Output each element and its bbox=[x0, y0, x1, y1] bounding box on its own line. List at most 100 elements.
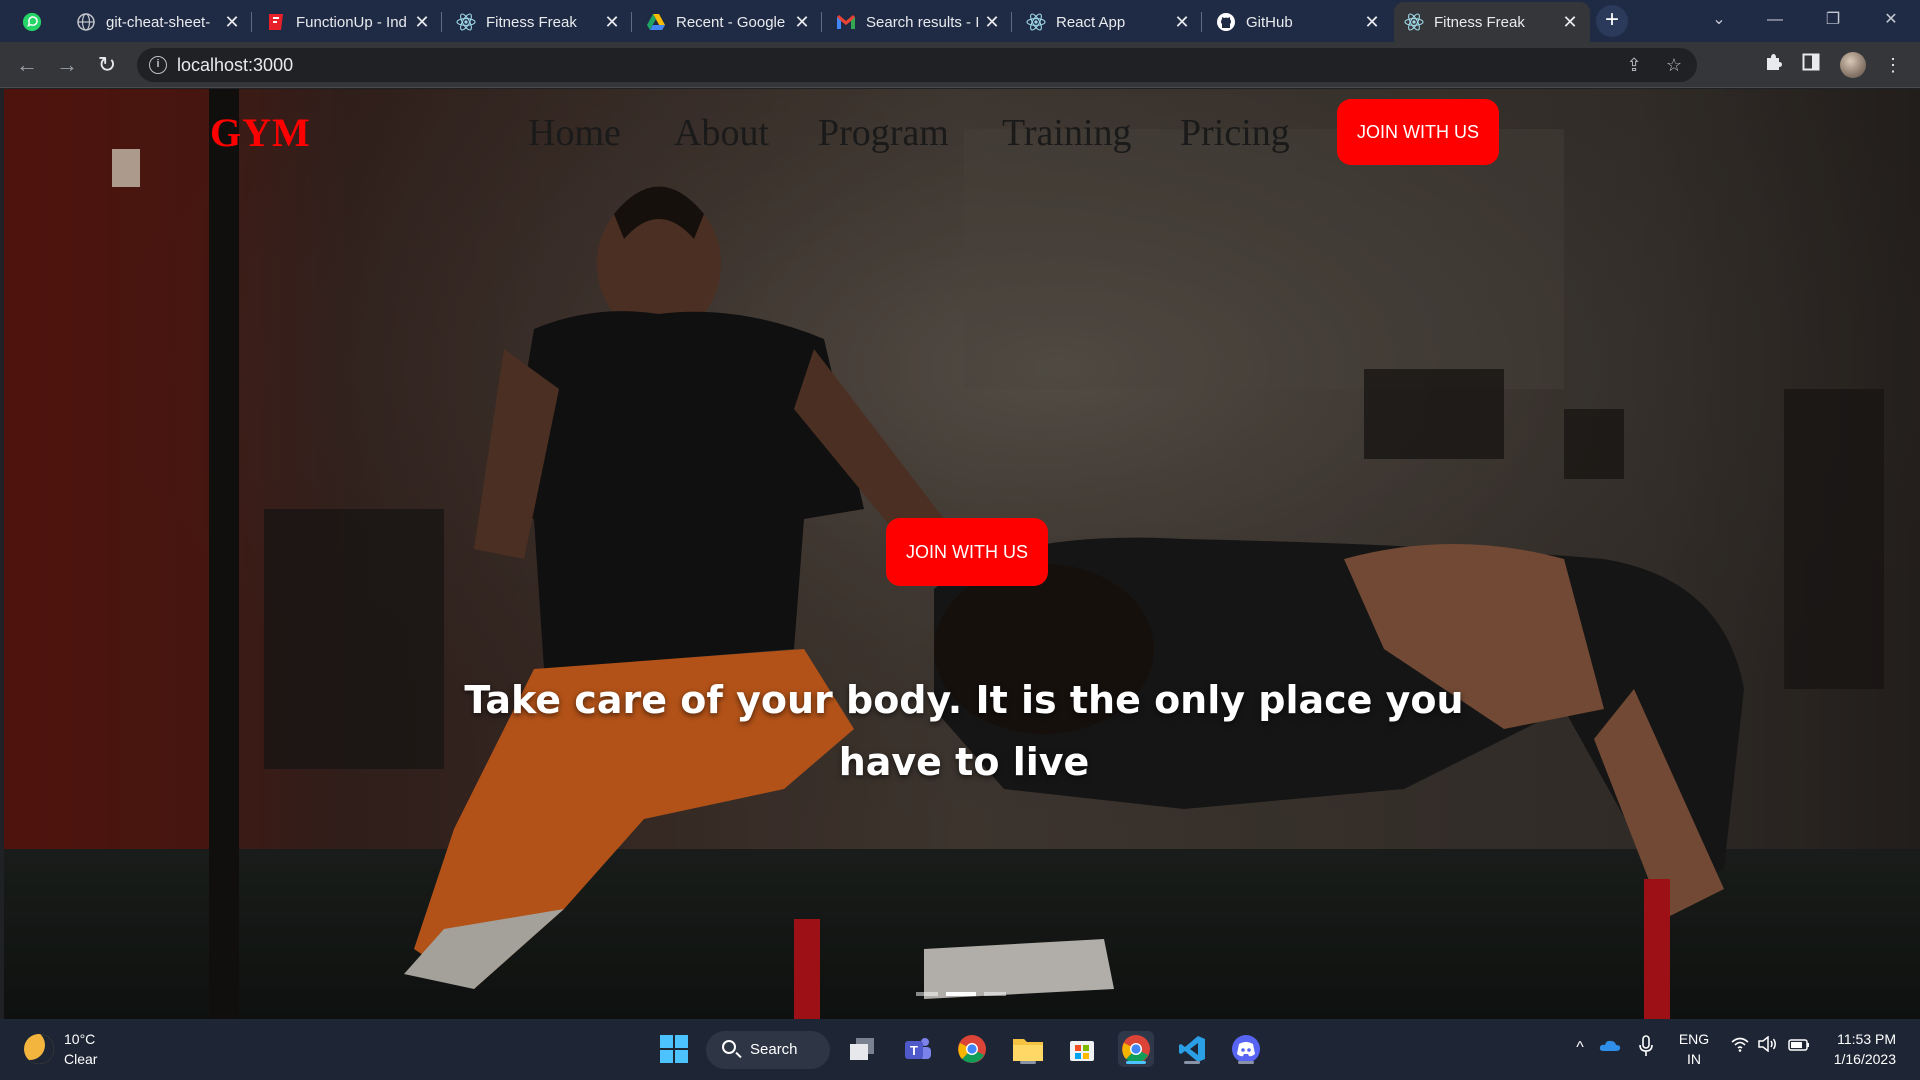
back-arrow-icon[interactable]: ← bbox=[12, 50, 42, 80]
chrome-icon[interactable] bbox=[954, 1031, 990, 1067]
wifi-icon[interactable] bbox=[1728, 1035, 1752, 1061]
tab-whatsapp[interactable] bbox=[12, 2, 60, 42]
tab-google-drive[interactable]: Recent - Google ✕ bbox=[636, 2, 822, 42]
hero-headline: Take care of your body. It is the only p… bbox=[464, 678, 1464, 784]
carousel-dot[interactable] bbox=[916, 992, 938, 996]
tab-separator bbox=[251, 12, 252, 32]
nav-link-about[interactable]: About bbox=[674, 111, 769, 155]
microsoft-store-icon[interactable] bbox=[1064, 1031, 1100, 1067]
hero-section: GYM Home About Program Training Pricing … bbox=[4, 89, 1920, 1019]
windows-taskbar: 10°C Clear Search T ^ ENG IN 11:53 PM 1/… bbox=[0, 1019, 1920, 1080]
task-view-icon[interactable] bbox=[844, 1031, 880, 1067]
join-with-us-header-button[interactable]: JOIN WITH US bbox=[1337, 99, 1499, 165]
volume-icon[interactable] bbox=[1756, 1035, 1780, 1061]
onedrive-icon[interactable] bbox=[1598, 1035, 1622, 1061]
github-icon bbox=[1216, 12, 1236, 32]
globe-icon bbox=[76, 12, 96, 32]
close-tab-icon[interactable]: ✕ bbox=[1560, 12, 1580, 32]
windows-start-icon[interactable] bbox=[656, 1031, 692, 1067]
tab-separator bbox=[821, 12, 822, 32]
react-icon bbox=[1404, 12, 1424, 32]
minimize-icon[interactable]: — bbox=[1752, 0, 1798, 40]
tab-title: Fitness Freak bbox=[1434, 13, 1525, 31]
language-indicator[interactable]: ENG IN bbox=[1676, 1029, 1712, 1069]
share-icon[interactable]: ⇪ bbox=[1623, 54, 1645, 76]
weather-condition: Clear bbox=[64, 1051, 98, 1067]
close-tab-icon[interactable]: ✕ bbox=[1172, 12, 1192, 32]
google-drive-icon bbox=[646, 12, 666, 32]
carousel-dot[interactable] bbox=[984, 992, 1006, 996]
close-tab-icon[interactable]: ✕ bbox=[412, 12, 432, 32]
extensions-puzzle-icon[interactable] bbox=[1760, 52, 1786, 78]
forward-arrow-icon[interactable]: → bbox=[52, 50, 82, 80]
functionup-icon bbox=[266, 12, 286, 32]
react-icon bbox=[456, 12, 476, 32]
carousel-indicators bbox=[916, 992, 1006, 996]
teams-icon[interactable]: T bbox=[900, 1031, 936, 1067]
new-tab-button[interactable]: + bbox=[1596, 5, 1628, 37]
vscode-icon[interactable] bbox=[1174, 1031, 1210, 1067]
running-indicator bbox=[1020, 1061, 1036, 1064]
nav-link-home[interactable]: Home bbox=[528, 111, 621, 155]
tab-search-chevron-icon[interactable]: ⌄ bbox=[1696, 0, 1742, 40]
site-logo[interactable]: GYM bbox=[210, 109, 311, 156]
running-indicator bbox=[1238, 1061, 1254, 1064]
tab-gmail[interactable]: Search results - I ✕ bbox=[826, 2, 1012, 42]
clock-time: 11:53 PM bbox=[1837, 1031, 1896, 1047]
file-explorer-icon[interactable] bbox=[1010, 1031, 1046, 1067]
tab-separator bbox=[1011, 12, 1012, 32]
tab-fitness-freak[interactable]: Fitness Freak ✕ bbox=[446, 2, 632, 42]
clock-date: 1/16/2023 bbox=[1833, 1051, 1896, 1067]
tab-git-cheat-sheet[interactable]: git-cheat-sheet- ✕ bbox=[66, 2, 252, 42]
system-clock[interactable]: 11:53 PM 1/16/2023 bbox=[1820, 1029, 1896, 1069]
tab-functionup[interactable]: FunctionUp - Ind ✕ bbox=[256, 2, 442, 42]
chrome-active-icon[interactable] bbox=[1118, 1031, 1154, 1067]
restore-icon[interactable]: ❐ bbox=[1810, 0, 1856, 40]
side-panel-icon[interactable] bbox=[1798, 52, 1824, 78]
tab-title: git-cheat-sheet- bbox=[106, 13, 211, 31]
close-tab-icon[interactable]: ✕ bbox=[602, 12, 622, 32]
weather-widget[interactable]: 10°C Clear bbox=[24, 1029, 97, 1069]
discord-icon[interactable] bbox=[1228, 1031, 1264, 1067]
tab-separator bbox=[441, 12, 442, 32]
browser-toolbar: ← → ↻ i localhost:3000 ⇪ ☆ ⋮ bbox=[0, 42, 1920, 88]
language-code: ENG bbox=[1678, 1031, 1710, 1047]
close-tab-icon[interactable]: ✕ bbox=[792, 12, 812, 32]
nav-link-pricing[interactable]: Pricing bbox=[1180, 111, 1290, 155]
join-with-us-hero-button[interactable]: JOIN WITH US bbox=[886, 518, 1048, 586]
tab-title: GitHub bbox=[1246, 13, 1293, 31]
tab-react-app[interactable]: React App ✕ bbox=[1016, 2, 1202, 42]
profile-avatar[interactable] bbox=[1840, 52, 1866, 78]
url-text[interactable]: localhost:3000 bbox=[177, 55, 293, 76]
taskbar-search-label: Search bbox=[750, 1041, 798, 1058]
bookmark-star-icon[interactable]: ☆ bbox=[1663, 54, 1685, 76]
close-tab-icon[interactable]: ✕ bbox=[982, 12, 1002, 32]
nav-link-training[interactable]: Training bbox=[1002, 111, 1132, 155]
close-tab-icon[interactable]: ✕ bbox=[1362, 12, 1382, 32]
svg-text:T: T bbox=[910, 1043, 918, 1058]
taskbar-search-button[interactable]: Search bbox=[706, 1031, 830, 1069]
gmail-icon bbox=[836, 12, 856, 32]
nav-link-program[interactable]: Program bbox=[818, 111, 949, 155]
microphone-icon[interactable] bbox=[1634, 1035, 1658, 1066]
show-hidden-icons-chevron-icon[interactable]: ^ bbox=[1568, 1035, 1592, 1061]
tab-title: Recent - Google bbox=[676, 13, 786, 31]
tab-title: Fitness Freak bbox=[486, 13, 577, 31]
running-indicator bbox=[1184, 1061, 1200, 1064]
tab-separator bbox=[1201, 12, 1202, 32]
window-close-icon[interactable]: ✕ bbox=[1868, 0, 1914, 40]
tab-title: Search results - I bbox=[866, 13, 980, 31]
carousel-dot-active[interactable] bbox=[946, 992, 976, 996]
moon-icon bbox=[24, 1034, 54, 1064]
browser-tab-strip: git-cheat-sheet- ✕ FunctionUp - Ind ✕ Fi… bbox=[0, 0, 1920, 42]
tab-github[interactable]: GitHub ✕ bbox=[1206, 2, 1392, 42]
search-icon bbox=[722, 1040, 736, 1054]
site-info-icon[interactable]: i bbox=[149, 56, 167, 74]
address-bar[interactable]: i localhost:3000 ⇪ ☆ bbox=[137, 48, 1697, 82]
reload-icon[interactable]: ↻ bbox=[92, 50, 122, 80]
tab-fitness-freak-active[interactable]: Fitness Freak ✕ bbox=[1394, 2, 1590, 42]
browser-menu-icon[interactable]: ⋮ bbox=[1880, 52, 1906, 78]
close-tab-icon[interactable]: ✕ bbox=[222, 12, 242, 32]
tab-title: React App bbox=[1056, 13, 1126, 31]
battery-icon[interactable] bbox=[1786, 1035, 1812, 1061]
